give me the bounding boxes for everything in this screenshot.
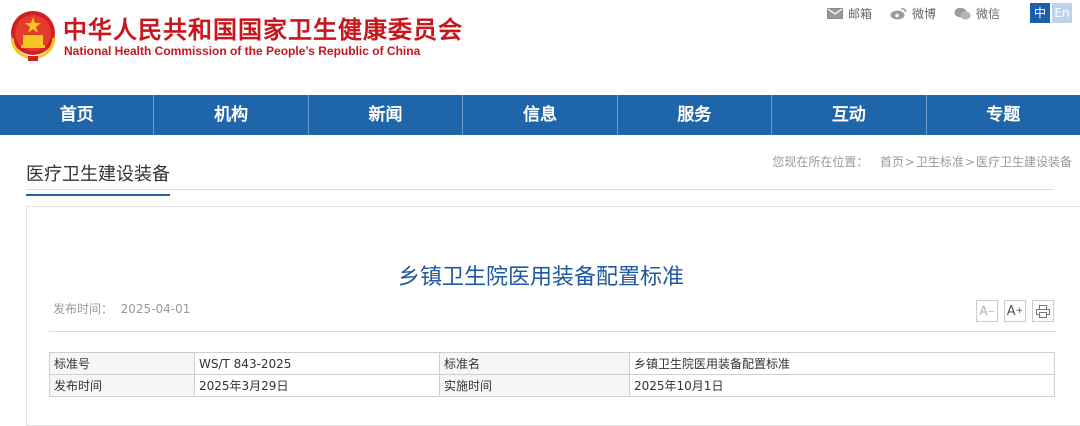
publish-date-value: 2025-04-01 [120,302,191,316]
print-icon [1036,304,1050,318]
table-row: 标准号 WS/T 843-2025 标准名 乡镇卫生院医用装备配置标准 [49,352,1055,375]
font-decrease-label: A [979,304,988,318]
table-cell: 发布时间 [49,374,195,397]
mail-link-label: 邮箱 [847,6,872,21]
table-cell: 乡镇卫生院医用装备配置标准 [629,352,1055,375]
site-name-en[interactable]: National Health Commission of the People… [64,44,420,58]
lang-cn-button[interactable]: 中 [1030,3,1050,23]
standard-info-table: 标准号 WS/T 843-2025 标准名 乡镇卫生院医用装备配置标准 发布时间… [49,352,1055,397]
table-cell: 标准号 [49,352,195,375]
article-title: 乡镇卫生院医用装备配置标准 [397,265,684,290]
national-emblem-icon[interactable] [8,8,58,62]
nav-item-organization[interactable]: 机构 [154,95,309,135]
section-divider [26,189,1054,190]
breadcrumb-standards[interactable]: 卫生标准 [916,155,964,169]
site-name-cn[interactable]: 中华人民共和国国家卫生健康委员会 [63,10,463,45]
breadcrumb-current[interactable]: 医疗卫生建设装备 [976,155,1072,169]
table-cell: 实施时间 [439,374,630,397]
article-divider [49,331,1056,332]
lang-en-button[interactable]: En [1052,3,1072,23]
article-container: 乡镇卫生院医用装备配置标准 发布时间： 2025-04-01 A − A + 标准号… [26,206,1080,426]
publish-date: 发布时间： 2025-04-01 [53,300,190,317]
breadcrumb: 您现在所在位置： 首页>卫生标准>医疗卫生建设装备 [772,153,1072,170]
article-tools: A − A + [970,300,1054,322]
nav-item-home[interactable]: 首页 [0,95,155,135]
nav-item-topics[interactable]: 专题 [927,95,1080,135]
breadcrumb-separator: > [904,155,915,169]
table-cell: WS/T 843-2025 [194,352,440,375]
breadcrumb-home[interactable]: 首页 [880,155,904,169]
weibo-link-label: 微博 [911,6,936,21]
nav-item-news[interactable]: 新闻 [309,95,464,135]
table-cell: 标准名 [439,352,630,375]
language-switch: 中 En [1030,3,1072,23]
nav-item-services[interactable]: 服务 [618,95,773,135]
top-links: 邮箱 微博 微信 中 En [809,3,1072,23]
wechat-link[interactable]: 微信 [954,5,1000,22]
table-row: 发布时间 2025年3月29日 实施时间 2025年10月1日 [49,374,1055,397]
breadcrumb-separator: > [964,155,975,169]
font-increase-label: A [1006,303,1016,319]
wechat-icon [954,7,971,19]
publish-date-label: 发布时间： [53,302,114,316]
section-title: 医疗卫生建设装备 [26,160,170,196]
print-button[interactable] [1032,300,1054,322]
breadcrumb-prefix: 您现在所在位置： [772,155,869,169]
weibo-link[interactable]: 微博 [890,5,936,22]
mail-link[interactable]: 邮箱 [826,5,872,22]
wechat-link-label: 微信 [975,6,1000,21]
nav-item-interaction[interactable]: 互动 [772,95,927,135]
table-cell: 2025年3月29日 [194,374,440,397]
font-decrease-button[interactable]: A − [976,300,998,322]
main-nav: 首页 机构 新闻 信息 服务 互动 专题 [0,95,1080,135]
mail-icon [826,7,843,19]
table-cell: 2025年10月1日 [629,374,1055,397]
font-increase-button[interactable]: A + [1004,300,1026,322]
weibo-icon [890,7,907,19]
nav-item-information[interactable]: 信息 [463,95,618,135]
site-header: 中华人民共和国国家卫生健康委员会 National Health Commiss… [0,0,1080,95]
